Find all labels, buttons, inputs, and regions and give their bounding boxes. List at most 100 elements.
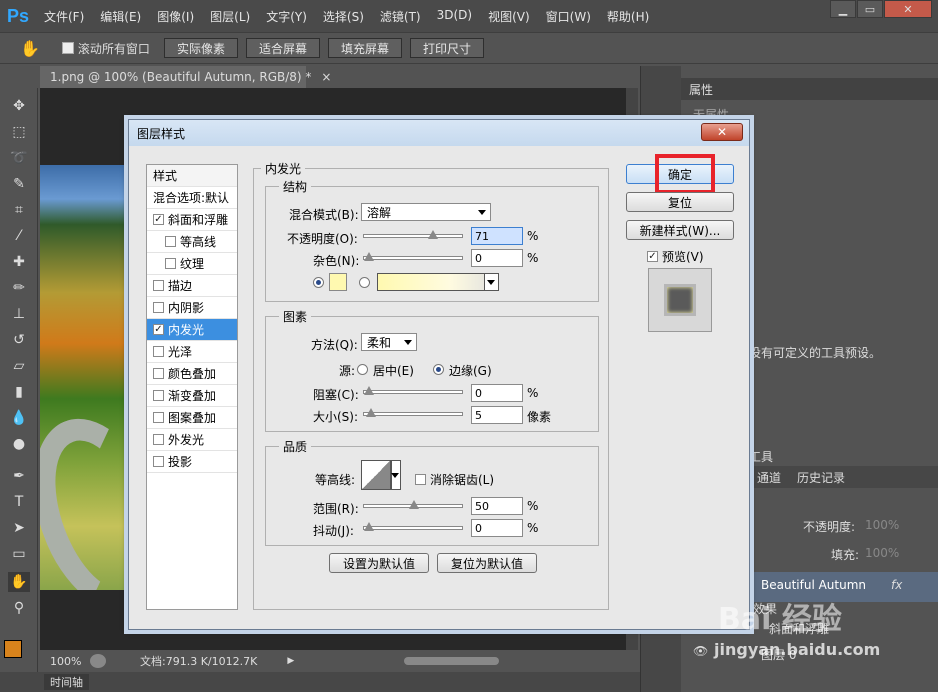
marquee-tool-icon[interactable]: ⬚ xyxy=(8,122,30,142)
actual-pixels-button[interactable]: 实际像素 xyxy=(163,38,238,58)
properties-tab[interactable]: 属性 xyxy=(689,81,713,98)
document-tab[interactable]: 1.png @ 100% (Beautiful Autumn, RGB/8) *… xyxy=(40,66,331,88)
foreground-color-swatch[interactable] xyxy=(4,640,22,658)
timeline-tab[interactable]: 时间轴 xyxy=(44,674,89,690)
style-item-7[interactable]: 颜色叠加 xyxy=(147,363,237,385)
menu-item-7[interactable]: 3D(D) xyxy=(429,8,480,25)
style-item-5[interactable]: ✓ 内发光 xyxy=(147,319,237,341)
layer-name[interactable]: Beautiful Autumn xyxy=(761,578,866,592)
glow-gradient-picker[interactable] xyxy=(377,273,499,291)
jitter-input[interactable]: 0 xyxy=(471,519,523,537)
reset-button[interactable]: 复位 xyxy=(626,192,734,212)
style-item-checkbox[interactable] xyxy=(153,434,164,445)
stamp-tool-icon[interactable]: ⊥ xyxy=(8,304,30,324)
horizontal-scrollbar[interactable] xyxy=(404,657,500,665)
eye-icon[interactable]: 👁 xyxy=(693,644,708,658)
style-item-checkbox[interactable] xyxy=(165,258,176,269)
range-input[interactable]: 50 xyxy=(471,497,523,515)
menu-item-8[interactable]: 视图(V) xyxy=(480,8,538,25)
print-size-button[interactable]: 打印尺寸 xyxy=(409,38,484,58)
menu-item-5[interactable]: 选择(S) xyxy=(315,8,372,25)
minimize-button[interactable]: ▁ xyxy=(830,0,856,18)
preview-checkbox[interactable]: ✓ xyxy=(647,251,658,262)
dialog-close-button[interactable]: ✕ xyxy=(701,123,743,141)
source-edge-radio[interactable] xyxy=(433,364,444,375)
history-brush-tool-icon[interactable]: ↺ xyxy=(8,330,30,350)
range-slider[interactable] xyxy=(363,500,463,509)
style-item-0[interactable]: ✓ 斜面和浮雕 xyxy=(147,209,237,231)
style-item-checkbox[interactable] xyxy=(165,236,176,247)
style-item-11[interactable]: 投影 xyxy=(147,451,237,473)
size-slider[interactable] xyxy=(363,408,463,417)
gradient-tool-icon[interactable]: ▮ xyxy=(8,382,30,402)
solid-color-radio[interactable] xyxy=(313,277,324,288)
style-item-1[interactable]: 等高线 xyxy=(147,231,237,253)
style-item-4[interactable]: 内阴影 xyxy=(147,297,237,319)
antialias-checkbox[interactable] xyxy=(415,474,426,485)
menu-item-2[interactable]: 图像(I) xyxy=(149,8,202,25)
source-center-radio[interactable] xyxy=(357,364,368,375)
type-tool-icon[interactable]: T xyxy=(8,492,30,512)
set-default-button[interactable]: 设置为默认值 xyxy=(329,553,429,573)
scroll-all-windows-option[interactable]: 滚动所有窗口 xyxy=(61,40,150,57)
zoom-tool-icon[interactable]: ⚲ xyxy=(8,598,30,618)
menu-item-1[interactable]: 编辑(E) xyxy=(92,8,149,25)
opacity-slider[interactable] xyxy=(363,230,463,239)
choke-slider-thumb[interactable] xyxy=(364,386,374,395)
noise-input[interactable]: 0 xyxy=(471,249,523,267)
jitter-slider-thumb[interactable] xyxy=(364,522,374,531)
eyedropper-tool-icon[interactable]: ⁄ xyxy=(8,226,30,246)
maximize-button[interactable]: ▭ xyxy=(857,0,883,18)
style-item-checkbox[interactable] xyxy=(153,302,164,313)
style-item-6[interactable]: 光泽 xyxy=(147,341,237,363)
crop-tool-icon[interactable]: ⌗ xyxy=(8,200,30,220)
jitter-slider[interactable] xyxy=(363,522,463,531)
antialias-option[interactable]: 消除锯齿(L) xyxy=(415,471,494,488)
lasso-tool-icon[interactable]: ➰ xyxy=(8,148,30,168)
scroll-all-checkbox[interactable] xyxy=(61,42,74,54)
close-tab-icon[interactable]: × xyxy=(321,70,331,84)
layer-opacity-value[interactable]: 100% xyxy=(865,518,899,532)
healing-tool-icon[interactable]: ✚ xyxy=(8,252,30,272)
noise-slider-thumb[interactable] xyxy=(364,252,374,261)
style-item-10[interactable]: 外发光 xyxy=(147,429,237,451)
reset-default-button[interactable]: 复位为默认值 xyxy=(437,553,537,573)
style-item-checkbox[interactable]: ✓ xyxy=(153,214,164,225)
method-select[interactable]: 柔和 xyxy=(361,333,417,351)
range-slider-thumb[interactable] xyxy=(409,500,419,509)
choke-slider[interactable] xyxy=(363,386,463,395)
style-item-checkbox[interactable]: ✓ xyxy=(153,324,164,335)
style-item-checkbox[interactable] xyxy=(153,280,164,291)
menu-item-0[interactable]: 文件(F) xyxy=(36,8,92,25)
styles-header[interactable]: 样式 xyxy=(147,165,237,187)
hand-tool-icon[interactable]: ✋ xyxy=(8,572,30,592)
preview-option[interactable]: ✓ 预览(V) xyxy=(647,248,704,265)
opacity-slider-thumb[interactable] xyxy=(427,230,438,239)
menu-item-4[interactable]: 文字(Y) xyxy=(258,8,315,25)
glow-color-swatch[interactable] xyxy=(329,273,347,291)
size-slider-thumb[interactable] xyxy=(365,408,376,417)
zoom-level[interactable]: 100% xyxy=(40,655,90,668)
pen-tool-icon[interactable]: ✒ xyxy=(8,466,30,486)
history-tab[interactable]: 历史记录 xyxy=(797,469,845,486)
style-item-checkbox[interactable] xyxy=(153,456,164,467)
menu-item-3[interactable]: 图层(L) xyxy=(202,8,258,25)
fit-screen-button[interactable]: 适合屏幕 xyxy=(245,38,320,58)
menu-item-9[interactable]: 窗口(W) xyxy=(538,8,599,25)
fill-screen-button[interactable]: 填充屏幕 xyxy=(327,38,402,58)
menu-item-6[interactable]: 滤镜(T) xyxy=(372,8,429,25)
blur-tool-icon[interactable]: 💧 xyxy=(8,408,30,428)
path-select-tool-icon[interactable]: ➤ xyxy=(8,518,30,538)
quick-select-tool-icon[interactable]: ✎ xyxy=(8,174,30,194)
contour-preview[interactable] xyxy=(361,460,391,490)
status-arrow-icon[interactable]: ▶ xyxy=(287,656,294,666)
style-item-checkbox[interactable] xyxy=(153,346,164,357)
contour-dropdown[interactable] xyxy=(391,460,401,490)
style-item-3[interactable]: 描边 xyxy=(147,275,237,297)
close-window-button[interactable]: ✕ xyxy=(884,0,932,18)
menu-item-10[interactable]: 帮助(H) xyxy=(599,8,657,25)
eraser-tool-icon[interactable]: ▱ xyxy=(8,356,30,376)
style-item-checkbox[interactable] xyxy=(153,368,164,379)
new-style-button[interactable]: 新建样式(W)... xyxy=(626,220,734,240)
style-item-checkbox[interactable] xyxy=(153,390,164,401)
